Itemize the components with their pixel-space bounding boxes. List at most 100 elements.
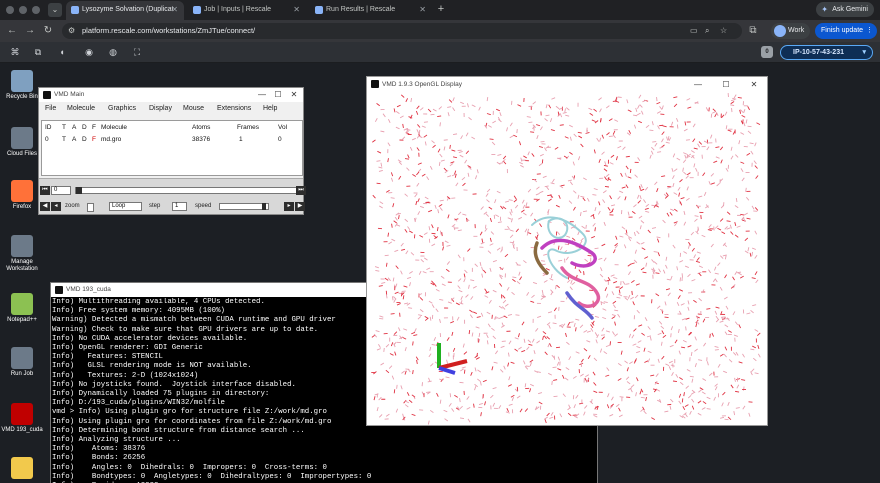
reload-icon[interactable]: ↻ bbox=[40, 23, 56, 39]
rescale-favicon-icon bbox=[193, 6, 201, 14]
browser-tab-lysozyme[interactable]: Lysozyme Solvation (Duplicat ✕ bbox=[66, 1, 184, 20]
menu-extensions[interactable]: Extensions bbox=[217, 102, 251, 116]
menu-molecule[interactable]: Molecule bbox=[67, 102, 95, 116]
step-forward-icon[interactable]: ▸ bbox=[284, 202, 294, 211]
console-line: Info) Determining bond structure from di… bbox=[52, 426, 305, 435]
opengl-display-titlebar[interactable]: VMD 1.9.3 OpenGL Display — ☐ ✕ bbox=[367, 77, 767, 93]
vmd-main-titlebar[interactable]: VMD Main — ☐ ✕ bbox=[39, 88, 303, 102]
profile-chip[interactable]: Work bbox=[771, 23, 811, 39]
fullscreen-icon[interactable]: ⛶ bbox=[130, 45, 144, 59]
top-toggle[interactable]: T bbox=[62, 135, 66, 144]
desktop-icon[interactable] bbox=[0, 457, 44, 481]
desktop-icon-label: Manage Workstation bbox=[6, 259, 38, 272]
manage-workstation-icon bbox=[11, 235, 33, 257]
back-arrow-icon[interactable]: ← bbox=[4, 23, 20, 39]
loop-select[interactable]: Loop bbox=[109, 202, 142, 211]
menu-display[interactable]: Display bbox=[149, 102, 172, 116]
close-icon[interactable]: ✕ bbox=[747, 77, 761, 93]
step-input[interactable]: 1 bbox=[172, 202, 187, 211]
frame-slider-thumb[interactable] bbox=[76, 187, 82, 194]
vmd-icon bbox=[11, 403, 33, 425]
menu-mouse[interactable]: Mouse bbox=[183, 102, 204, 116]
drawn-toggle[interactable]: D bbox=[82, 135, 87, 144]
close-icon[interactable]: ✕ bbox=[287, 88, 301, 102]
molecule-atoms: 38376 bbox=[192, 136, 211, 143]
maximize-icon[interactable]: ☐ bbox=[271, 88, 285, 102]
zoom-icon[interactable]: ⌕ bbox=[705, 23, 709, 39]
close-tab-icon[interactable]: ✕ bbox=[293, 1, 300, 19]
close-tab-icon[interactable]: ✕ bbox=[171, 1, 178, 19]
file-transfer-icon[interactable]: ◍ bbox=[106, 45, 120, 59]
desktop-icon[interactable]: Notepad++ bbox=[0, 293, 44, 324]
frame-input[interactable]: 0 bbox=[51, 186, 71, 195]
desktop-icon[interactable]: VMD 193_cuda bbox=[0, 403, 44, 434]
vmd-app-icon bbox=[371, 80, 379, 88]
speed-slider[interactable] bbox=[219, 203, 269, 210]
browser-tab-run-results[interactable]: Run Results | Rescale ✕ bbox=[310, 1, 432, 20]
install-app-icon[interactable]: ▭ bbox=[690, 23, 698, 39]
firefox-icon bbox=[11, 180, 33, 202]
frame-slider[interactable] bbox=[75, 187, 297, 194]
console-line: Info) Angles: 0 Dihedrals: 0 Impropers: … bbox=[52, 463, 327, 472]
maximize-icon[interactable]: ☐ bbox=[719, 77, 733, 93]
fixed-toggle[interactable]: F bbox=[92, 135, 96, 144]
jump-to-end-icon[interactable]: ⏭ bbox=[296, 186, 306, 195]
step-back-icon[interactable]: ◂ bbox=[51, 202, 61, 211]
column-header-atoms: Atoms bbox=[192, 124, 211, 131]
workstation-ip-select[interactable]: IP-10-57-43-231 ▾ bbox=[780, 45, 873, 60]
address-bar[interactable]: ⚙ platform.rescale.com/workstations/ZmJT… bbox=[62, 23, 742, 39]
cloud-files-icon bbox=[11, 127, 33, 149]
close-tab-icon[interactable]: ✕ bbox=[419, 1, 426, 19]
workstation-ip-label: IP-10-57-43-231 bbox=[793, 49, 844, 56]
molecule-list: ID T A D F Molecule Atoms Frames Vol 0 T… bbox=[41, 120, 303, 176]
window-close-dot[interactable] bbox=[6, 6, 14, 14]
minimize-icon[interactable]: — bbox=[691, 77, 705, 93]
active-toggle[interactable]: A bbox=[72, 135, 76, 144]
window-minimize-dot[interactable] bbox=[19, 6, 27, 14]
site-info-icon[interactable]: ⚙ bbox=[68, 23, 75, 39]
vmd-main-title: VMD Main bbox=[54, 91, 85, 98]
menu-help[interactable]: Help bbox=[263, 102, 277, 116]
recycle-bin-icon bbox=[11, 70, 33, 92]
url-text[interactable]: platform.rescale.com/workstations/ZmJTue… bbox=[82, 23, 255, 39]
column-header-id: ID bbox=[45, 124, 52, 131]
speed-label: speed bbox=[195, 203, 212, 209]
bookmark-star-icon[interactable]: ☆ bbox=[720, 23, 727, 39]
clipboard-icon[interactable]: ⧉ bbox=[31, 45, 45, 59]
column-header-t: T bbox=[62, 124, 66, 131]
keyboard-shortcuts-icon[interactable]: ⌘ bbox=[8, 45, 22, 59]
molecular-viewport[interactable] bbox=[367, 93, 767, 426]
minimize-icon[interactable]: — bbox=[255, 88, 269, 102]
desktop-icon[interactable]: Run Job bbox=[0, 347, 44, 378]
vmd-main-window: VMD Main — ☐ ✕ File Molecule Graphics Di… bbox=[38, 87, 306, 215]
desktop-icon[interactable]: Manage Workstation bbox=[0, 235, 44, 273]
tab-title: Run Results | Rescale bbox=[326, 6, 396, 13]
tab-title: Lysozyme Solvation (Duplicat bbox=[82, 6, 174, 13]
jump-to-start-icon[interactable]: ⏮ bbox=[40, 186, 50, 195]
extensions-puzzle-icon[interactable]: ⧉ bbox=[745, 23, 761, 39]
tab-search-button[interactable]: ⌄ bbox=[48, 3, 62, 17]
session-count-badge: 0 bbox=[761, 46, 773, 58]
menu-graphics[interactable]: Graphics bbox=[108, 102, 136, 116]
desktop-icon-label: Notepad++ bbox=[7, 317, 37, 323]
forward-arrow-icon[interactable]: → bbox=[22, 23, 38, 39]
zoom-checkbox[interactable] bbox=[87, 203, 94, 212]
menu-file[interactable]: File bbox=[45, 102, 56, 116]
finish-update-button[interactable]: Finish update ⋮ bbox=[815, 23, 878, 39]
window-zoom-dot[interactable] bbox=[32, 6, 40, 14]
protein-cartoon bbox=[531, 216, 601, 320]
audio-icon[interactable]: ◖ bbox=[55, 45, 69, 59]
display-settings-icon[interactable]: ◉ bbox=[82, 45, 96, 59]
more-menu-icon[interactable]: ⋮ bbox=[866, 23, 873, 39]
new-tab-button[interactable]: + bbox=[434, 2, 448, 17]
play-reverse-icon[interactable]: ◀ bbox=[40, 202, 50, 211]
water-molecules bbox=[371, 93, 761, 425]
ask-gemini-button[interactable]: ✦ Ask Gemini bbox=[816, 2, 874, 17]
play-forward-icon[interactable]: ▶ bbox=[295, 202, 305, 211]
browser-tab-job-inputs[interactable]: Job | Inputs | Rescale ✕ bbox=[188, 1, 306, 20]
speed-slider-thumb[interactable] bbox=[262, 203, 266, 210]
finish-update-label: Finish update bbox=[821, 27, 864, 34]
remote-desktop: Recycle Bin Cloud Files Firefox Manage Work… bbox=[0, 63, 880, 483]
console-line: Info) Bonds: 26256 bbox=[52, 454, 146, 463]
gemini-spark-icon: ✦ bbox=[821, 5, 828, 14]
